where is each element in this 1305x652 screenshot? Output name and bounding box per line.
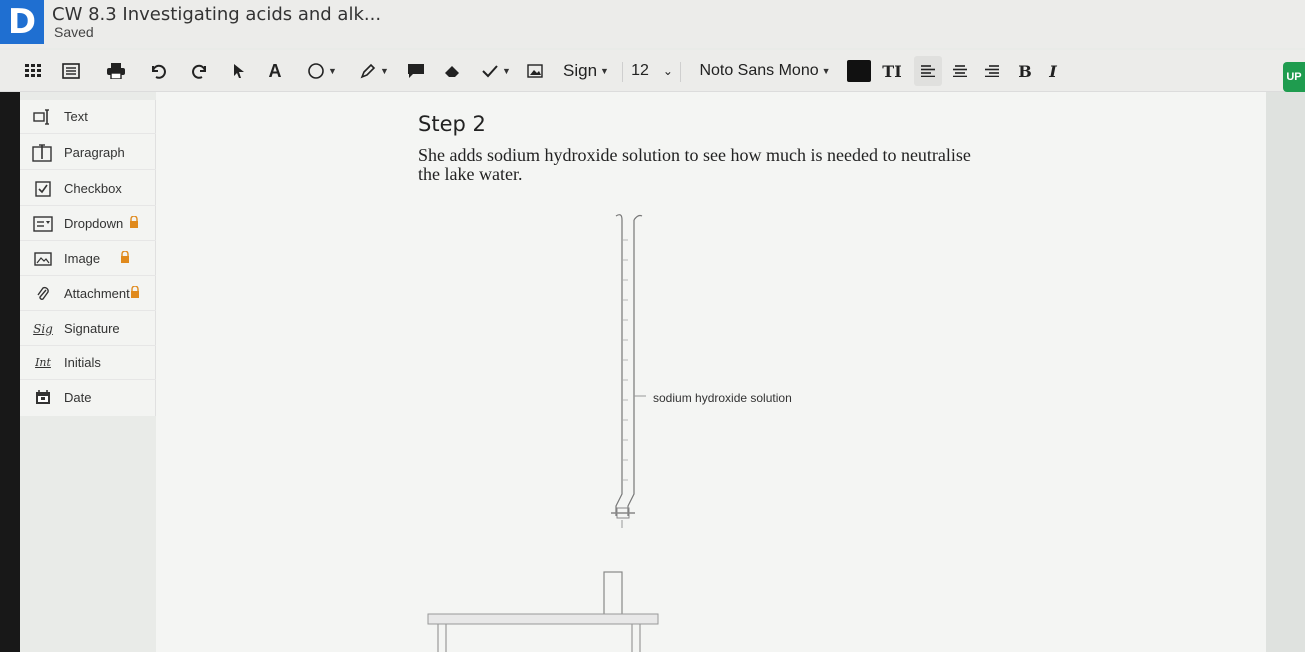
calendar-icon (30, 388, 56, 406)
chevron-down-icon: ⌄ (662, 64, 673, 78)
align-right-icon[interactable] (978, 56, 1006, 86)
field-item-image[interactable]: Image (20, 242, 156, 276)
field-label: Attachment (64, 286, 130, 301)
page-view-icon[interactable] (58, 56, 84, 86)
flask-icon (603, 571, 623, 621)
save-status: Saved (54, 24, 94, 40)
font-size-select[interactable]: 12 ⌄ (628, 56, 676, 86)
app-logo[interactable]: D (0, 0, 44, 44)
toolbar-divider (680, 62, 681, 82)
paperclip-icon (30, 285, 56, 303)
field-label: Initials (64, 355, 101, 370)
field-item-initials[interactable]: Int Initials (20, 346, 156, 380)
lock-icon (120, 250, 130, 266)
text-color-button[interactable] (845, 56, 873, 86)
field-item-date[interactable]: Date (20, 380, 156, 414)
italic-button[interactable]: I (1042, 56, 1064, 86)
bold-button[interactable]: B (1014, 56, 1036, 86)
select-cursor-icon[interactable] (228, 56, 250, 86)
field-item-signature[interactable]: Sig Signature (20, 312, 156, 346)
eraser-icon[interactable] (440, 56, 464, 86)
dropdown-icon (30, 215, 56, 233)
font-family-value: Noto Sans Mono (699, 62, 819, 79)
chevron-down-icon: ▼ (600, 66, 609, 76)
screen-edge (0, 92, 20, 652)
align-center-icon[interactable] (946, 56, 974, 86)
editor-toolbar: A ▼ ▼ ▼ Sign ▼ 12 ⌄ Noto Sans Mono ▼ TI B I (0, 50, 1305, 92)
field-item-attachment[interactable]: Attachment (20, 277, 156, 311)
chevron-down-icon: ▼ (328, 66, 337, 76)
text-box-icon (30, 108, 56, 126)
app-header: D CW 8.3 Investigating acids and alk... … (0, 0, 1305, 48)
stand-icon (427, 613, 659, 652)
font-family-select[interactable]: Noto Sans Mono ▼ (690, 56, 840, 86)
sign-menu[interactable]: Sign ▼ (556, 56, 616, 86)
titration-diagram (427, 214, 659, 652)
redo-icon[interactable] (187, 56, 213, 86)
print-icon[interactable] (103, 56, 129, 86)
checkbox-icon (30, 180, 56, 198)
chevron-down-icon: ▼ (380, 66, 389, 76)
step-heading: Step 2 (418, 112, 486, 136)
canvas-margin (1266, 92, 1305, 652)
image-icon (30, 250, 56, 268)
burette-icon (611, 214, 646, 528)
signature-icon: Sig (33, 321, 53, 336)
field-label: Paragraph (64, 145, 125, 160)
image-tool-icon[interactable] (524, 56, 546, 86)
field-label: Signature (64, 321, 120, 336)
field-item-dropdown[interactable]: Dropdown (20, 207, 156, 241)
field-label: Dropdown (64, 216, 124, 231)
align-left-icon[interactable] (914, 56, 942, 86)
lock-icon (129, 215, 139, 231)
upgrade-badge[interactable]: UP (1283, 62, 1305, 92)
color-swatch (847, 60, 871, 82)
field-item-checkbox[interactable]: Checkbox (20, 172, 156, 206)
apps-grid-icon[interactable] (20, 56, 46, 86)
field-label: Text (64, 109, 88, 124)
toolbar-divider (622, 62, 623, 82)
burette-label: sodium hydroxide solution (653, 391, 792, 405)
checkmark-tool-button[interactable]: ▼ (476, 56, 516, 86)
field-item-text[interactable]: Text (20, 100, 156, 134)
field-panel: Text Paragraph Checkbox Dropdown Image A… (20, 100, 156, 416)
sign-label: Sign (563, 61, 598, 80)
shape-tool-button[interactable]: ▼ (300, 56, 344, 86)
field-label: Image (64, 251, 101, 266)
paragraph-icon (30, 143, 56, 162)
document-title[interactable]: CW 8.3 Investigating acids and alk... (52, 4, 381, 25)
initials-icon: Int (35, 356, 51, 369)
font-size-value: 12 (631, 62, 649, 79)
comment-icon[interactable] (404, 56, 428, 86)
chevron-down-icon: ▼ (821, 66, 831, 76)
text-size-button[interactable]: TI (878, 56, 906, 86)
lock-icon (130, 285, 140, 301)
undo-icon[interactable] (145, 56, 171, 86)
text-tool-button[interactable]: A (262, 56, 288, 86)
chevron-down-icon: ▼ (502, 66, 511, 76)
field-label: Date (64, 389, 92, 405)
field-item-paragraph[interactable]: Paragraph (20, 136, 156, 170)
field-label: Checkbox (64, 181, 122, 196)
pen-tool-button[interactable]: ▼ (352, 56, 396, 86)
instruction-text: She adds sodium hydroxide solution to se… (418, 145, 971, 184)
